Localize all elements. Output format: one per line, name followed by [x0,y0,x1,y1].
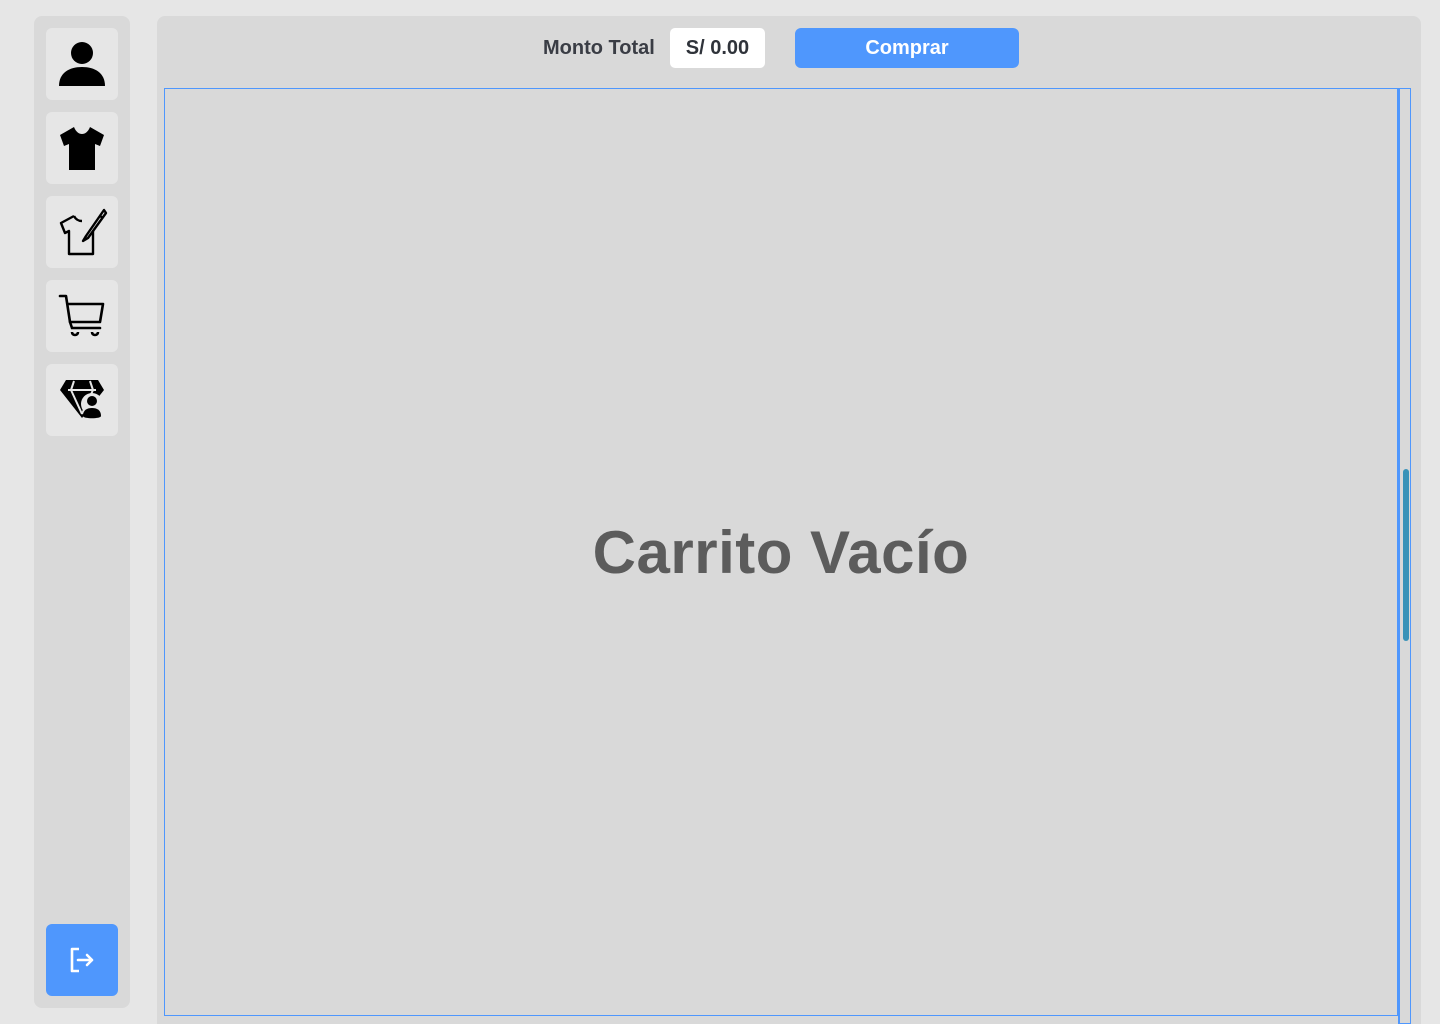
cart-icon [58,294,105,337]
scrollbar-thumb[interactable] [1403,469,1409,641]
sidebar-item-products[interactable] [46,112,118,184]
tshirt-design-icon [59,208,108,256]
logout-icon [70,947,94,973]
cart-items-area: Carrito Vacío [164,88,1398,1016]
total-amount-label: Monto Total [543,37,655,59]
sidebar [34,16,130,1008]
scrollbar[interactable] [1398,88,1411,1024]
user-icon [59,42,105,86]
buy-button[interactable]: Comprar [795,28,1019,68]
sidebar-item-cart[interactable] [46,280,118,352]
total-amount-value: S/ 0.00 [670,28,765,68]
tshirt-icon [60,127,104,170]
empty-cart-message: Carrito Vacío [592,518,970,586]
sidebar-item-profile[interactable] [46,28,118,100]
cart-panel: Monto Total S/ 0.00 Comprar Carrito Vací… [157,16,1421,1024]
sidebar-item-store[interactable] [46,364,118,436]
sidebar-item-design[interactable] [46,196,118,268]
store-icon [60,380,104,419]
logout-button[interactable] [46,924,118,996]
